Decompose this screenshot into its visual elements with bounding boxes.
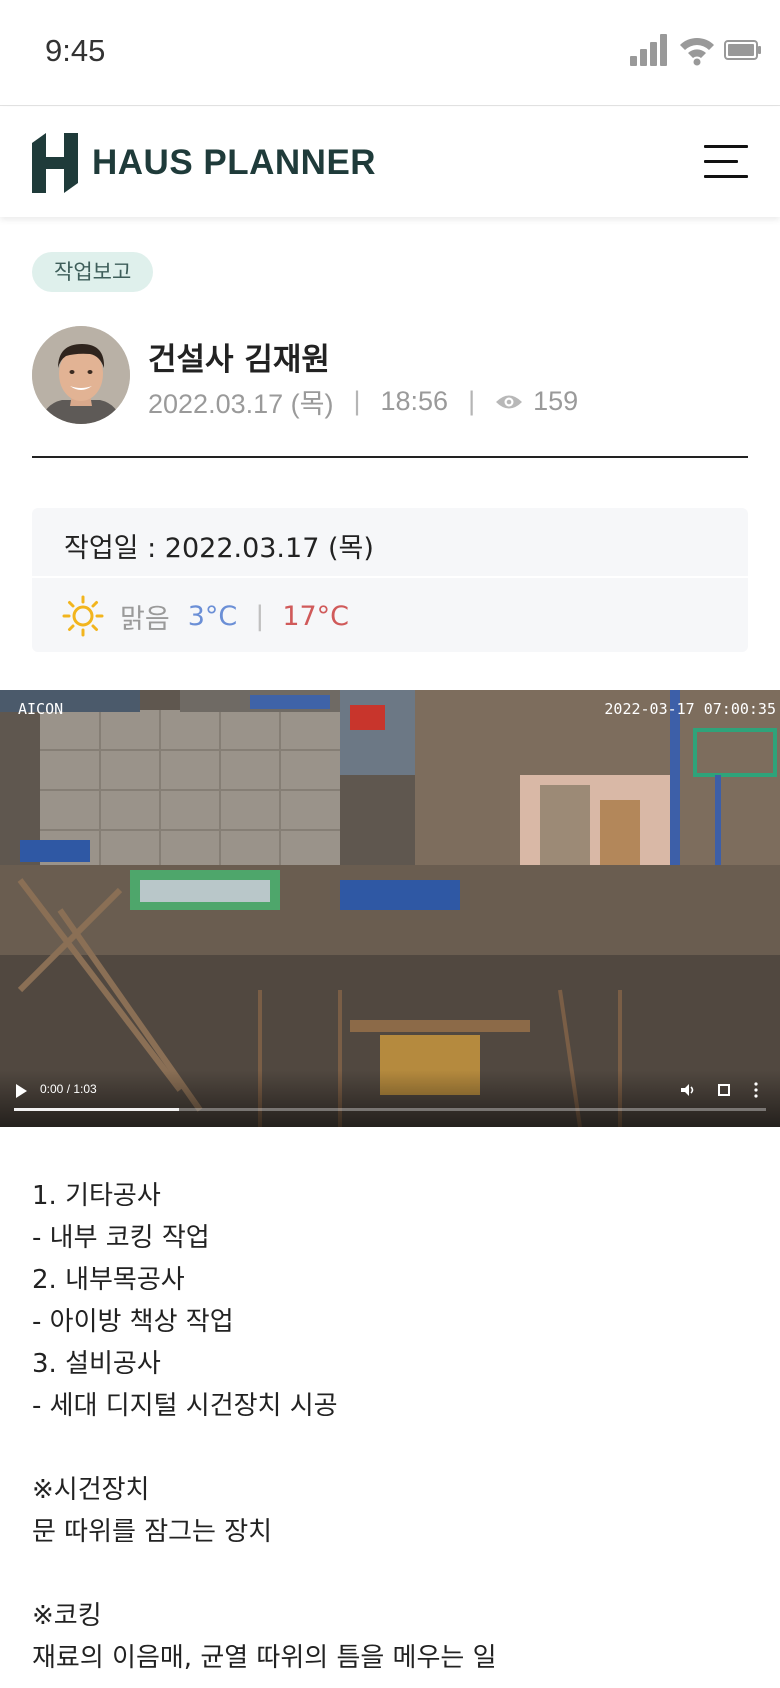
eye-icon	[495, 393, 523, 411]
content-line: - 내부 코킹 작업	[32, 1223, 210, 1253]
meta-divider: |	[468, 386, 476, 416]
status-time: 9:45	[45, 33, 106, 68]
video-time: 0:00 / 1:03	[40, 1082, 97, 1096]
post-time: 18:56	[380, 386, 449, 416]
content-line: 재료의 이음매, 균열 따위의 틈을 메우는 일	[32, 1643, 497, 1673]
sun-icon	[62, 595, 104, 637]
temp-high: 17°C	[282, 600, 350, 632]
app-header: HAUS PLANNER	[0, 107, 780, 217]
battery-icon	[724, 40, 761, 60]
h-logo-icon	[32, 133, 78, 193]
video-overlay-label: AICON	[18, 700, 64, 718]
video-frame	[0, 690, 780, 1127]
more-options-icon[interactable]	[754, 1082, 758, 1098]
post-date: 2022.03.17 (목)	[148, 389, 334, 419]
content-line: ※시건장치	[32, 1475, 150, 1505]
play-icon[interactable]	[16, 1084, 27, 1098]
content-blank-line	[32, 1553, 748, 1595]
content-line: 2. 내부목공사	[32, 1265, 185, 1295]
content-line: - 세대 디지털 시건장치 시공	[32, 1391, 338, 1421]
meta-divider: |	[353, 386, 361, 416]
status-icons	[630, 34, 762, 66]
volume-icon[interactable]	[680, 1082, 696, 1098]
temp-divider: |	[255, 600, 265, 632]
content-line: - 아이방 책상 작업	[32, 1307, 234, 1337]
work-info-box: 작업일 : 2022.03.17 (목) 맑음 3°C | 17°C	[32, 508, 748, 652]
header-divider	[32, 456, 748, 458]
brand-logo[interactable]: HAUS PLANNER	[32, 133, 376, 193]
temp-low: 3°C	[187, 600, 238, 632]
brand-name: HAUS PLANNER	[92, 143, 377, 182]
content-line: 문 따위를 잠그는 장치	[32, 1517, 273, 1547]
hamburger-menu-icon[interactable]	[704, 145, 748, 179]
post-content: 1. 기타공사 - 내부 코킹 작업 2. 내부목공사 - 아이방 책상 작업 3. 설…	[32, 1175, 748, 1679]
weather-label: 맑음	[120, 603, 170, 635]
content-line: ※코킹	[32, 1601, 102, 1631]
signal-icon	[630, 34, 667, 66]
avatar	[32, 326, 130, 424]
category-badge: 작업보고	[32, 252, 154, 292]
video-overlay-timestamp: 2022-03-17 07:00:35	[604, 700, 776, 718]
work-date: 작업일 : 2022.03.17 (목)	[64, 533, 374, 564]
post-meta: 2022.03.17 (목) | 18:56 | 159	[148, 382, 578, 421]
content-line: 1. 기타공사	[32, 1181, 161, 1211]
video-controls: 0:00 / 1:03	[0, 1070, 780, 1127]
fullscreen-icon[interactable]	[718, 1084, 730, 1096]
content-blank-line	[32, 1427, 748, 1469]
video-player[interactable]: 0:00 / 1:03 AICON 2022-03-17 07:00:35	[0, 690, 780, 1127]
view-count: 159	[533, 386, 579, 416]
content-line: 3. 설비공사	[32, 1349, 161, 1379]
author-name: 건설사 김재원	[148, 342, 330, 378]
info-divider	[32, 576, 748, 578]
video-progress-bar[interactable]	[14, 1108, 766, 1111]
wifi-icon	[680, 37, 714, 66]
video-progress-fill	[14, 1108, 180, 1111]
weather-row: 맑음 3°C | 17°C	[62, 595, 349, 637]
status-bar: 9:45	[0, 0, 780, 106]
